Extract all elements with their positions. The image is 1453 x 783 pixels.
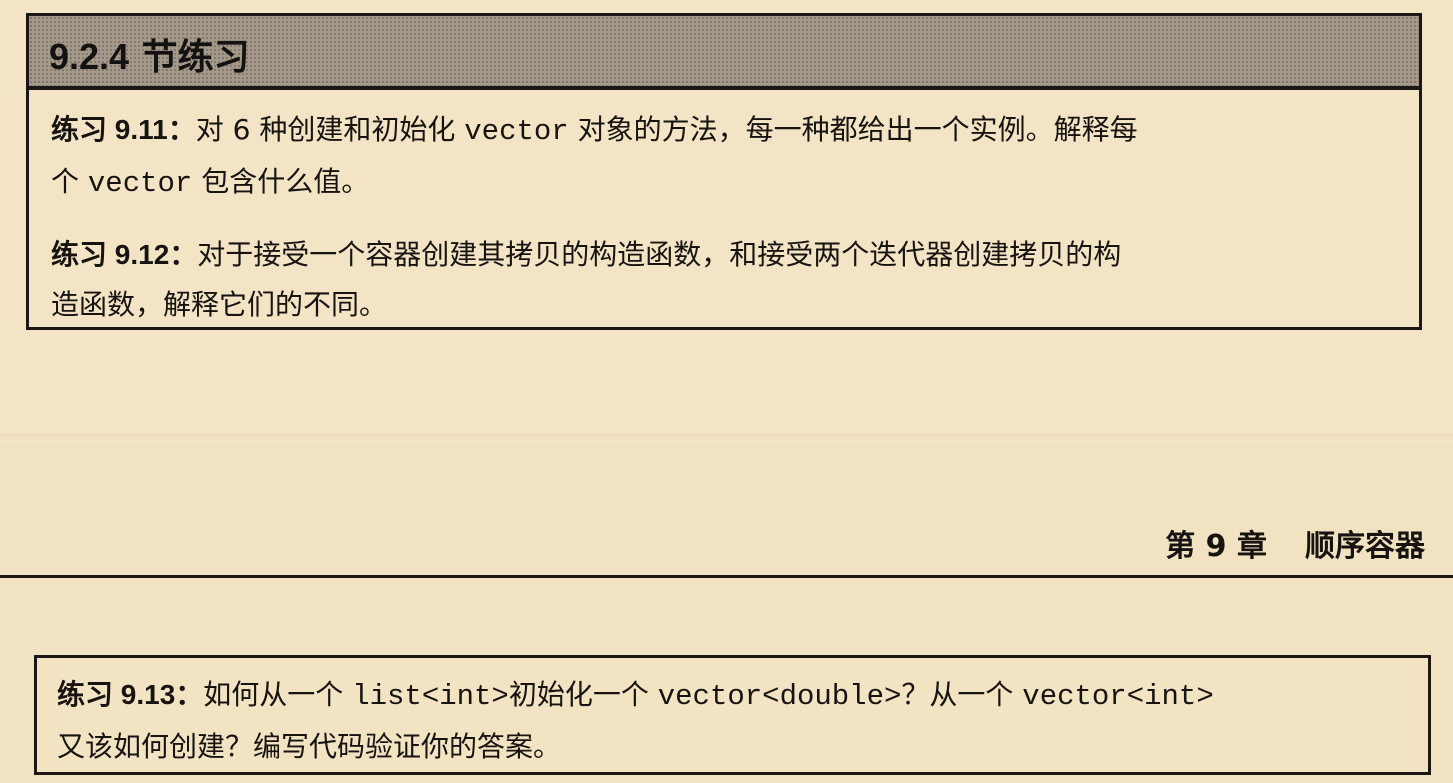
exercise-line: 又该如何创建？编写代码验证你的答案。 <box>57 730 562 763</box>
running-head: 第 9 章 顺序容器 <box>1165 521 1425 565</box>
exercise-line: 练习 9.11：对 6 种创建和初始化 vector 对象的方法，每一种都给出一… <box>51 113 1138 148</box>
section-title-text: 节练习 <box>141 37 250 78</box>
exercise-9-13: 练习 9.13：如何从一个 list<int>初始化一个 vector<doub… <box>57 670 1417 772</box>
exercise-label: 练习 9.11： <box>51 113 196 146</box>
section-number: 9.2.4 <box>49 36 130 77</box>
exercise-line: 个 vector 包含什么值。 <box>51 165 370 200</box>
exercise-line: 练习 9.12：对于接受一个容器创建其拷贝的构造函数，和接受两个迭代器创建拷贝的… <box>51 238 1122 271</box>
section-exercises-box: 9.2.4 节练习 练习 9.11：对 6 种创建和初始化 vector 对象的… <box>26 13 1422 330</box>
exercise-label: 练习 9.13： <box>57 678 204 711</box>
exercise-line: 练习 9.13：如何从一个 list<int>初始化一个 vector<doub… <box>57 678 1214 713</box>
code-keyword: vector<double> <box>657 680 902 713</box>
exercise-line: 造函数，解释它们的不同。 <box>51 288 388 321</box>
exercise-label: 练习 9.12： <box>51 238 198 271</box>
code-keyword: vector <box>87 167 193 200</box>
exercise-9-13-box: 练习 9.13：如何从一个 list<int>初始化一个 vector<doub… <box>34 655 1431 775</box>
chapter-number: 第 9 章 <box>1165 529 1267 564</box>
exercise-9-11: 练习 9.11：对 6 种创建和初始化 vector 对象的方法，每一种都给出一… <box>51 105 1411 209</box>
code-keyword: list<int> <box>352 680 509 713</box>
chapter-title: 顺序容器 <box>1305 529 1425 564</box>
code-keyword: vector<int> <box>1022 680 1214 713</box>
code-keyword: vector <box>464 115 569 148</box>
section-title: 9.2.4 节练习 <box>49 28 250 80</box>
section-header: 9.2.4 节练习 <box>29 16 1419 90</box>
header-rule <box>0 575 1453 578</box>
exercise-9-12: 练习 9.12：对于接受一个容器创建其拷贝的构造函数，和接受两个迭代器创建拷贝的… <box>51 230 1411 330</box>
page-break <box>0 434 1453 442</box>
